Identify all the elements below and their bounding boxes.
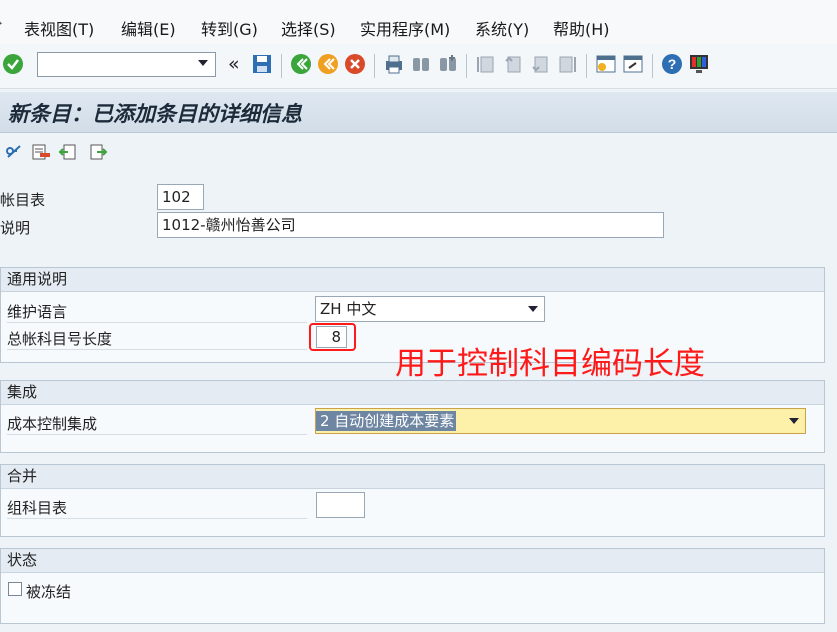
display-change-icon[interactable] bbox=[4, 142, 24, 162]
new-session-icon[interactable] bbox=[595, 53, 617, 75]
menu-utilities[interactable]: 实用程序(M) bbox=[360, 16, 450, 40]
menu-system[interactable]: 系统(Y) bbox=[475, 16, 529, 40]
sap-menu-icon[interactable]: ⌖ bbox=[0, 14, 2, 32]
group-chart-field[interactable] bbox=[316, 492, 365, 518]
delete-icon[interactable] bbox=[31, 142, 51, 162]
description-field[interactable]: 1012-赣州怡善公司 bbox=[157, 212, 664, 238]
next-page-icon[interactable] bbox=[529, 53, 551, 75]
row-divider bbox=[7, 349, 307, 350]
find-icon[interactable] bbox=[410, 53, 432, 75]
chevron-down-icon[interactable] bbox=[198, 60, 208, 66]
chart-of-accounts-field[interactable]: 102 bbox=[157, 184, 204, 210]
row-divider bbox=[7, 434, 307, 435]
menu-goto[interactable]: 转到(G) bbox=[201, 16, 258, 40]
menu-edit[interactable]: 编辑(E) bbox=[121, 16, 176, 40]
save-icon[interactable] bbox=[251, 53, 273, 75]
first-page-icon[interactable] bbox=[475, 53, 497, 75]
exit-icon[interactable] bbox=[317, 53, 339, 75]
cost-control-integration-label: 成本控制集成 bbox=[7, 415, 98, 433]
toolbar-separator bbox=[281, 54, 282, 78]
description-label: 说明 bbox=[0, 219, 31, 237]
gl-account-length-label: 总帐科目号长度 bbox=[7, 330, 113, 348]
title-bar: 新条目：已添加条目的详细信息 bbox=[0, 92, 837, 133]
cost-control-integration-select[interactable]: 2 自动创建成本要素 bbox=[315, 408, 806, 434]
annotation-text: 用于控制科目编码长度 bbox=[395, 346, 705, 382]
chevron-down-icon[interactable] bbox=[528, 306, 538, 312]
menu-selection[interactable]: 选择(S) bbox=[281, 16, 336, 40]
row-divider bbox=[7, 518, 307, 519]
previous-entry-icon[interactable] bbox=[58, 142, 78, 162]
menu-help[interactable]: 帮助(H) bbox=[553, 16, 610, 40]
general-specs-title: 通用说明 bbox=[1, 268, 824, 292]
status-group: 状态 bbox=[0, 548, 825, 624]
cancel-icon[interactable] bbox=[344, 53, 366, 75]
consolidation-group: 合并 bbox=[0, 464, 825, 537]
consolidation-title: 合并 bbox=[1, 465, 824, 489]
maintenance-language-select[interactable]: ZH 中文 bbox=[315, 296, 545, 322]
chevron-down-icon[interactable] bbox=[789, 418, 799, 424]
prev-page-icon[interactable] bbox=[502, 53, 524, 75]
highlight-box bbox=[309, 323, 356, 351]
command-field[interactable] bbox=[37, 52, 216, 77]
customize-layout-icon[interactable] bbox=[688, 53, 710, 75]
print-icon[interactable] bbox=[383, 53, 405, 75]
menu-table-view[interactable]: 表视图(T) bbox=[24, 16, 94, 40]
check-icon[interactable] bbox=[2, 53, 24, 75]
blocked-label: 被冻结 bbox=[26, 583, 72, 601]
group-chart-label: 组科目表 bbox=[7, 499, 68, 517]
status-title: 状态 bbox=[1, 549, 824, 573]
integration-title: 集成 bbox=[1, 381, 824, 405]
menu-bar: ⌖ 表视图(T) 编辑(E) 转到(G) 选择(S) 实用程序(M) 系统(Y)… bbox=[0, 0, 837, 44]
back-icon[interactable] bbox=[290, 53, 312, 75]
toolbar-separator bbox=[586, 54, 587, 78]
chart-of-accounts-label: 帐目表 bbox=[0, 191, 46, 209]
shortcut-icon[interactable] bbox=[622, 53, 644, 75]
help-icon[interactable]: ? bbox=[661, 53, 683, 75]
last-page-icon[interactable] bbox=[556, 53, 578, 75]
toolbar-separator bbox=[652, 54, 653, 78]
application-toolbar bbox=[0, 133, 837, 173]
row-divider bbox=[7, 322, 307, 323]
blocked-checkbox[interactable] bbox=[8, 582, 22, 596]
next-entry-icon[interactable] bbox=[88, 142, 108, 162]
find-next-icon[interactable] bbox=[437, 53, 459, 75]
maintenance-language-label: 维护语言 bbox=[7, 303, 68, 321]
page-title: 新条目：已添加条目的详细信息 bbox=[8, 101, 302, 126]
svg-text:?: ? bbox=[668, 56, 677, 72]
back-arrows-icon[interactable]: « bbox=[228, 53, 240, 75]
toolbar-separator bbox=[466, 54, 467, 78]
toolbar-separator bbox=[374, 54, 375, 78]
